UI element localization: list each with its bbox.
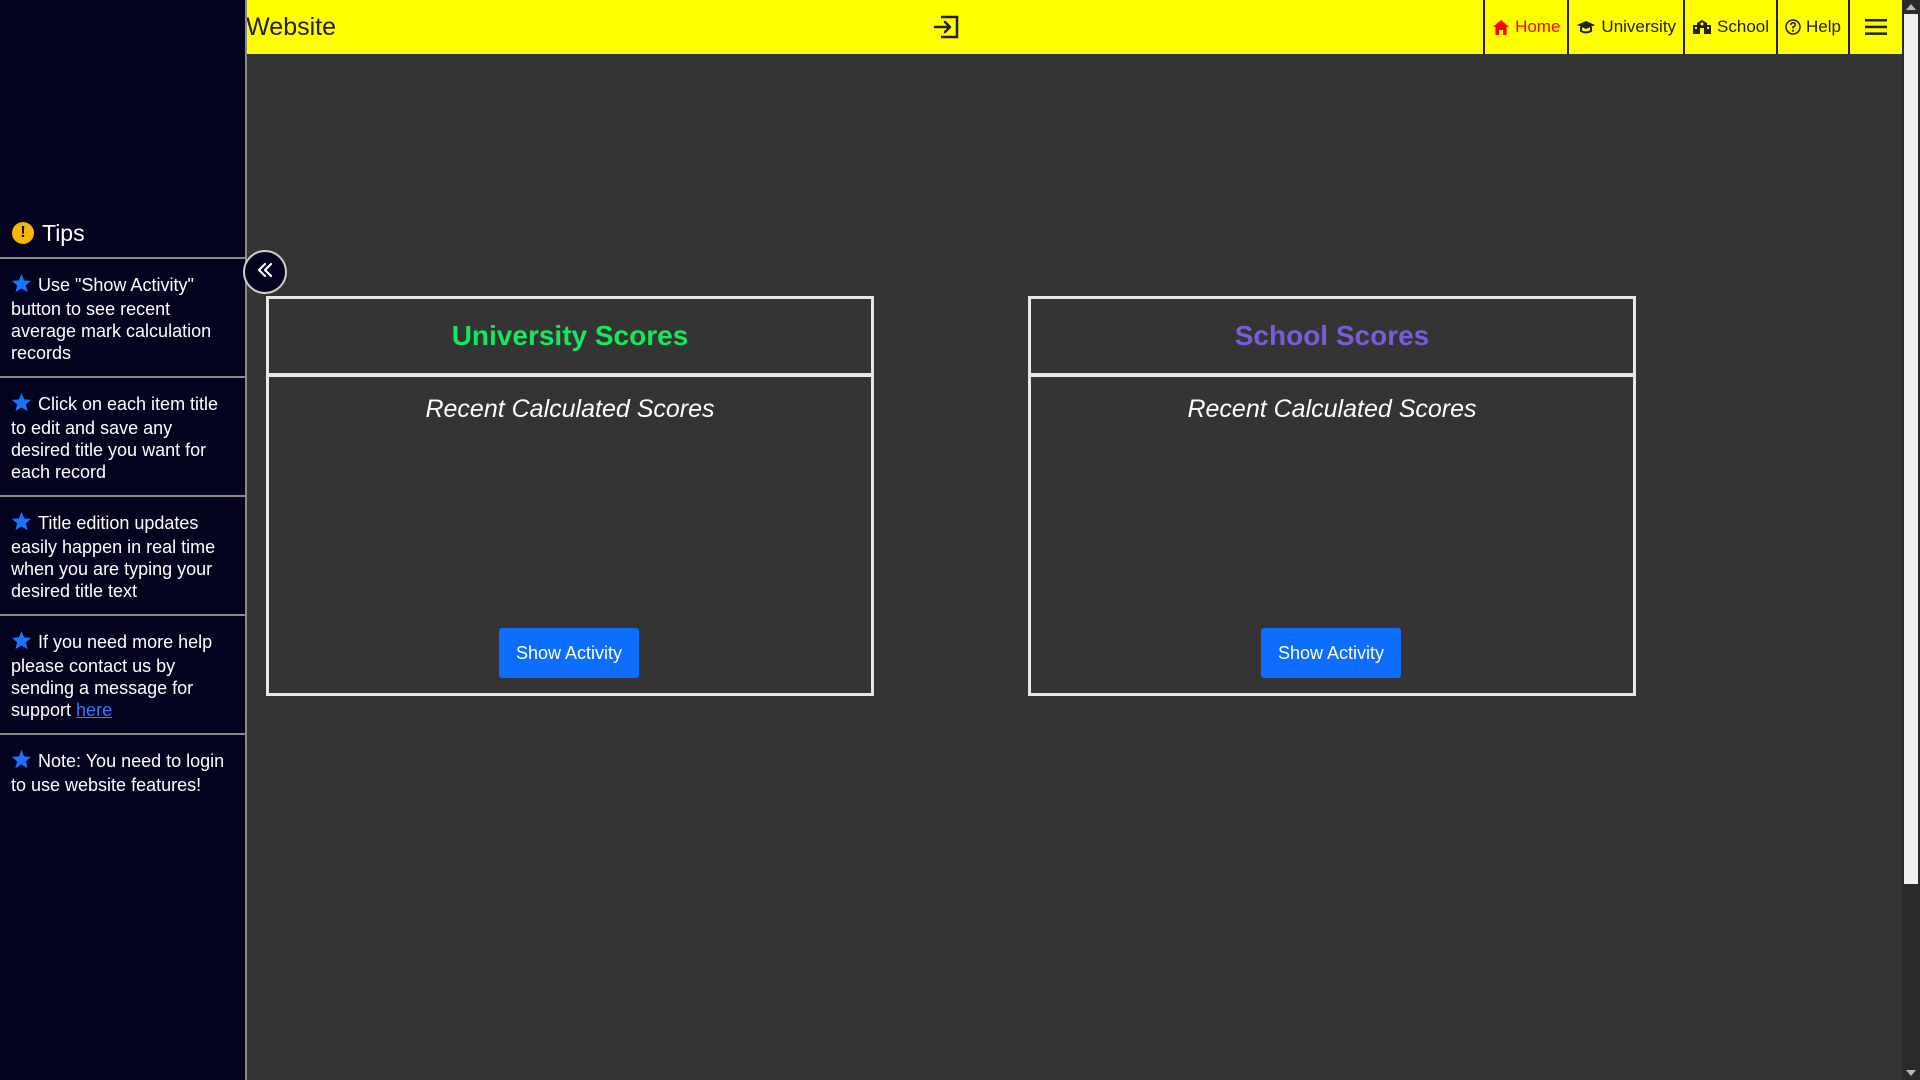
tip-item: Click on each item title to edit and sav… xyxy=(0,376,245,495)
exclamation-circle-icon: ! xyxy=(12,222,34,244)
star-icon xyxy=(11,273,32,298)
support-link[interactable]: here xyxy=(76,700,112,720)
collapse-sidebar-button[interactable] xyxy=(243,250,287,294)
university-scores-card: University Scores Recent Calculated Scor… xyxy=(266,296,874,696)
school-building-icon xyxy=(1692,19,1712,35)
tip-text: Use "Show Activity" button to see recent… xyxy=(11,275,212,363)
page-scrollbar[interactable] xyxy=(1902,0,1920,1080)
star-icon xyxy=(11,749,32,774)
graduation-cap-icon xyxy=(1576,19,1596,35)
nav-university-label: University xyxy=(1601,17,1677,36)
tip-item: Use "Show Activity" button to see recent… xyxy=(0,257,245,376)
university-show-activity-button[interactable]: Show Activity xyxy=(499,628,639,678)
nav-help-label: Help xyxy=(1806,17,1841,36)
home-icon xyxy=(1492,19,1510,36)
school-show-activity-button[interactable]: Show Activity xyxy=(1261,628,1401,678)
nav-links: Home University School Help xyxy=(1483,0,1902,54)
hamburger-menu-button[interactable] xyxy=(1848,0,1902,54)
scroll-up-arrow-icon[interactable] xyxy=(1906,4,1916,10)
school-card-title: School Scores xyxy=(1031,299,1633,377)
logout-arrow-icon[interactable] xyxy=(931,13,961,41)
tip-list: Use "Show Activity" button to see recent… xyxy=(0,257,245,808)
nav-home-link[interactable]: Home xyxy=(1483,0,1567,54)
tip-item: If you need more help please contact us … xyxy=(0,614,245,733)
school-scores-card: School Scores Recent Calculated Scores S… xyxy=(1028,296,1636,696)
tips-sidebar: ! Tips Use "Show Activity" button to see… xyxy=(0,0,247,1080)
top-navbar: ation Website Home University School Hel… xyxy=(0,0,1902,54)
nav-school-label: School xyxy=(1717,17,1770,36)
tips-title: Tips xyxy=(42,219,85,246)
tips-header: ! Tips xyxy=(12,218,85,248)
tip-text: Note: You need to login to use website f… xyxy=(11,751,225,795)
double-chevron-left-icon xyxy=(256,262,274,283)
star-icon xyxy=(11,511,32,536)
scroll-thumb[interactable] xyxy=(1904,14,1918,884)
tip-text: Click on each item title to edit and sav… xyxy=(11,394,219,482)
tip-item: Note: You need to login to use website f… xyxy=(0,733,245,808)
scroll-down-arrow-icon[interactable] xyxy=(1906,1070,1916,1076)
school-card-subtitle: Recent Calculated Scores xyxy=(1187,395,1477,423)
university-card-subtitle: Recent Calculated Scores xyxy=(425,395,715,423)
star-icon xyxy=(11,392,32,417)
university-card-title: University Scores xyxy=(269,299,871,377)
hamburger-menu-icon xyxy=(1864,17,1888,37)
tip-text: Title edition updates easily happen in r… xyxy=(11,513,216,601)
star-icon xyxy=(11,630,32,655)
question-circle-icon xyxy=(1785,19,1801,35)
tip-item: Title edition updates easily happen in r… xyxy=(0,495,245,614)
nav-help-link[interactable]: Help xyxy=(1776,0,1848,54)
nav-university-link[interactable]: University xyxy=(1567,0,1683,54)
nav-school-link[interactable]: School xyxy=(1683,0,1776,54)
nav-home-label: Home xyxy=(1515,17,1561,36)
